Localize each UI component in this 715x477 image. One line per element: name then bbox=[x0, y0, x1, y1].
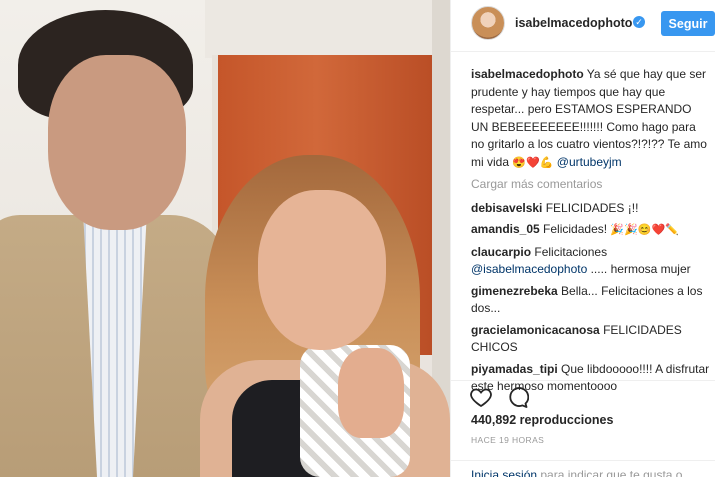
comment-text: FELICIDADES ¡!! bbox=[542, 200, 639, 215]
load-more-comments[interactable]: Cargar más comentarios bbox=[471, 176, 711, 194]
photo-woman-face bbox=[258, 190, 386, 350]
login-prompt-text: para indicar que te gusta o bbox=[537, 468, 683, 477]
caption-mention[interactable]: @urtubeyjm bbox=[557, 155, 622, 169]
list-item: claucarpio Felicitaciones @isabelmacedop… bbox=[471, 244, 711, 279]
login-footer: Inicia sesión para indicar que te gusta … bbox=[451, 460, 715, 477]
post-header: isabelmacedophoto ✓ Seguir bbox=[451, 0, 715, 52]
caption-emoji: 😍❤️💪 bbox=[512, 156, 554, 169]
login-prompt: Inicia sesión para indicar que te gusta … bbox=[471, 468, 682, 477]
list-item: gimenezrebeka Bella... Felicitaciones a … bbox=[471, 283, 711, 318]
list-item: amandis_05 Felicidades! 🎉🎉😊❤️✏️ bbox=[471, 221, 711, 240]
header-username[interactable]: isabelmacedophoto bbox=[515, 16, 632, 30]
caption-text: Ya sé que hay que ser prudente y hay tie… bbox=[471, 67, 707, 169]
photo-man-face bbox=[48, 55, 186, 230]
list-item: debisavelski FELICIDADES ¡!! bbox=[471, 200, 711, 218]
heart-icon[interactable] bbox=[469, 385, 493, 409]
verified-badge-icon: ✓ bbox=[633, 16, 645, 28]
views-count: 440,892 reproducciones bbox=[471, 413, 614, 427]
comments-list: isabelmacedophoto Ya sé que hay que ser … bbox=[471, 66, 711, 400]
login-link[interactable]: Inicia sesión bbox=[471, 468, 537, 477]
avatar[interactable] bbox=[471, 6, 505, 40]
comment-text: Felicidades! bbox=[539, 222, 611, 236]
comment-username[interactable]: claucarpio bbox=[471, 245, 531, 259]
comment-username[interactable]: piyamadas_tipi bbox=[471, 362, 558, 376]
comment-text-after: ..... hermosa mujer bbox=[587, 262, 691, 276]
post-timestamp[interactable]: HACE 19 HORAS bbox=[471, 435, 544, 445]
caption: isabelmacedophoto Ya sé que hay que ser … bbox=[471, 66, 711, 172]
comment-username[interactable]: gracielamonicacanosa bbox=[471, 323, 600, 337]
comment-username[interactable]: amandis_05 bbox=[471, 222, 540, 236]
follow-button[interactable]: Seguir bbox=[661, 11, 715, 36]
list-item: gracielamonicacanosa FELICIDADES CHICOS bbox=[471, 322, 711, 357]
comment-username[interactable]: debisavelski bbox=[471, 201, 542, 215]
post-side-panel: isabelmacedophoto ✓ Seguir isabelmacedop… bbox=[450, 0, 715, 477]
comment-username[interactable]: gimenezrebeka bbox=[471, 284, 558, 298]
post-actions bbox=[451, 380, 715, 410]
comment-emoji: 🎉🎉😊❤️✏️ bbox=[610, 224, 679, 236]
caption-username[interactable]: isabelmacedophoto bbox=[471, 67, 584, 81]
photo-door-frame bbox=[205, 0, 450, 58]
photo-woman-hand bbox=[338, 348, 404, 438]
comment-icon[interactable] bbox=[505, 385, 529, 409]
comment-mention[interactable]: @isabelmacedophoto bbox=[471, 262, 587, 276]
comment-text: Felicitaciones bbox=[531, 244, 608, 259]
post-photo[interactable] bbox=[0, 0, 450, 477]
